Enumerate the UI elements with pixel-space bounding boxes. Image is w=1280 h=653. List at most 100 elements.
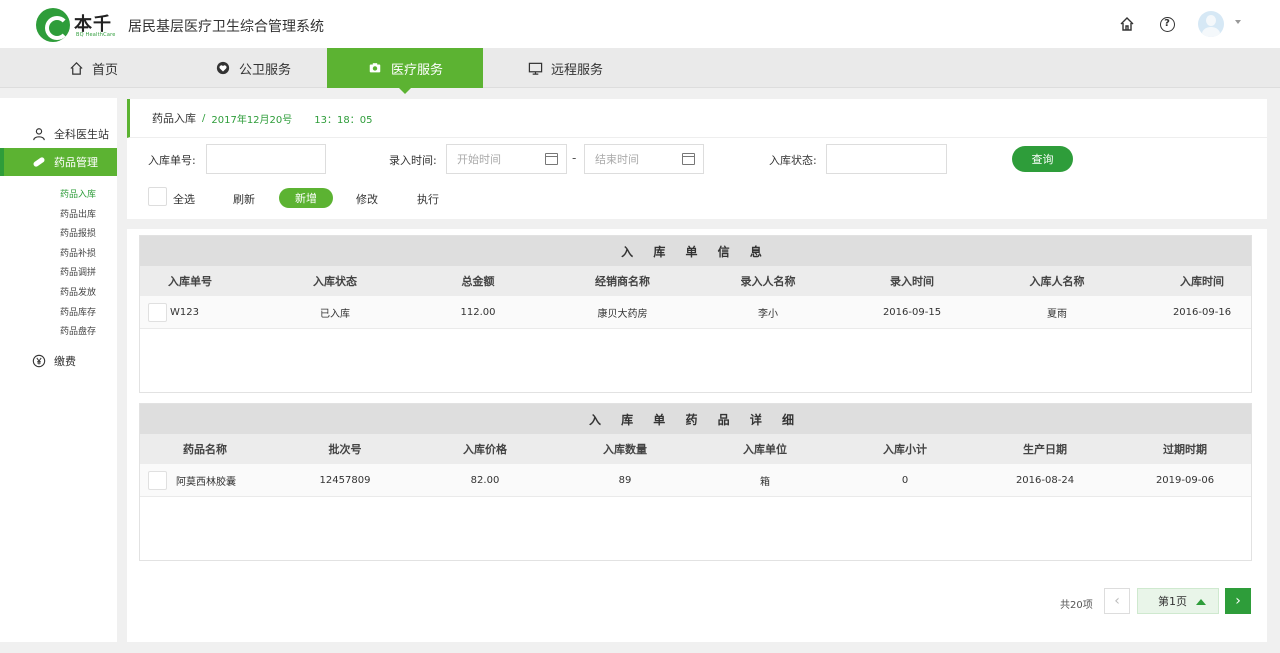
sidebar-item-payment[interactable]: 缴费 — [0, 347, 117, 375]
sidebar-sub-drug-loss[interactable]: 药品报损 — [60, 226, 96, 239]
sidebar-sub-drug-outbound[interactable]: 药品出库 — [60, 207, 96, 220]
yen-icon — [32, 354, 46, 368]
nav-label: 远程服务 — [551, 62, 604, 78]
pill-icon — [32, 155, 46, 169]
table-cell: 0 — [901, 474, 909, 486]
column-header: 经销商名称 — [595, 275, 650, 288]
home-icon[interactable] — [1118, 15, 1136, 33]
column-header: 入库单号 — [168, 275, 212, 288]
column-header: 入库数量 — [603, 443, 647, 456]
status-input[interactable] — [826, 144, 947, 174]
table-cell: 2016-09-16 — [1172, 306, 1232, 318]
table-header: 药品名称 批次号 入库价格 入库数量 入库单位 入库小计 生产日期 过期时期 — [140, 434, 1251, 464]
refresh-button[interactable]: 刷新 — [233, 191, 255, 207]
logo-subtitle: BQ HealthCare — [76, 32, 116, 38]
table-title: 入 库 单 信 息 — [140, 236, 1251, 266]
breadcrumb-date: 2017年12月20号 — [211, 114, 293, 126]
table-cell: 箱 — [760, 476, 770, 488]
camera-icon — [367, 60, 383, 76]
column-header: 过期时期 — [1163, 443, 1207, 456]
calendar-icon[interactable] — [682, 153, 695, 165]
sidebar-item-general-doctor[interactable]: 全科医生站 — [0, 120, 117, 148]
column-header: 入库人名称 — [1029, 275, 1085, 288]
sidebar-item-label: 缴费 — [54, 355, 76, 368]
inbound-drug-detail-table: 入 库 单 药 品 详 细 药品名称 批次号 入库价格 入库数量 入库单位 入库… — [139, 403, 1252, 561]
table-cell: 2016-08-24 — [1015, 474, 1075, 486]
sidebar-item-drug-management[interactable]: 药品管理 — [0, 148, 117, 176]
end-time-placeholder: 结束时间 — [595, 153, 639, 166]
column-header: 批次号 — [328, 443, 362, 456]
select-all-label[interactable]: 全选 — [173, 191, 195, 207]
current-page-label: 第1页 — [1158, 595, 1187, 608]
edit-button[interactable]: 修改 — [356, 191, 378, 207]
range-dash: - — [572, 151, 577, 165]
table-cell: 夏雨 — [1047, 308, 1067, 320]
column-header: 总金额 — [461, 275, 495, 288]
sidebar-item-label: 全科医生站 — [54, 128, 109, 141]
table-row[interactable]: 阿莫西林胶囊 12457809 82.00 89 箱 0 2016-08-24 … — [140, 464, 1251, 497]
nav-remote-service[interactable]: 远程服务 — [527, 48, 603, 88]
nav-label: 公卫服务 — [239, 62, 292, 78]
table-row[interactable]: W123 已入库 112.00 康贝大药房 李小 2016-09-15 夏雨 2… — [140, 296, 1251, 329]
column-header: 录入时间 — [890, 275, 934, 288]
table-cell: W123 — [170, 306, 199, 318]
breadcrumb-time: 13：18：05 — [314, 114, 373, 126]
calendar-icon[interactable] — [545, 153, 558, 165]
table-cell: 112.00 — [460, 306, 496, 318]
add-button[interactable]: 新增 — [279, 188, 333, 208]
column-header: 入库时间 — [1180, 275, 1224, 288]
start-time-placeholder: 开始时间 — [457, 153, 501, 166]
sidebar-sub-drug-inventory[interactable]: 药品盘存 — [60, 324, 96, 337]
sidebar: 全科医生站 药品管理 药品入库 药品出库 药品报损 药品补损 药品调拼 药品发放… — [0, 98, 117, 642]
logo[interactable]: 本千 BQ HealthCare — [36, 8, 120, 42]
table-cell: 康贝大药房 — [597, 308, 648, 320]
select-all-checkbox[interactable] — [148, 187, 167, 206]
filter-panel: 药品入库 / 2017年12月20号 13：18：05 入库单号: 录入时间: … — [127, 99, 1267, 219]
heart-icon — [215, 60, 231, 76]
nav-medical-service[interactable]: 医疗服务 — [327, 48, 483, 94]
prev-page-button[interactable]: ‹ — [1104, 588, 1130, 614]
inbound-order-table: 入 库 单 信 息 入库单号 入库状态 总金额 经销商名称 录入人名称 录入时间… — [139, 235, 1252, 393]
logo-mark — [36, 8, 70, 42]
nav-home[interactable]: 首页 — [68, 48, 118, 88]
avatar[interactable] — [1198, 11, 1224, 37]
table-cell: 李小 — [758, 308, 778, 320]
status-label: 入库状态: — [769, 154, 817, 167]
sidebar-sub-drug-compensation[interactable]: 药品补损 — [60, 246, 96, 259]
column-header: 入库价格 — [463, 443, 507, 456]
column-header: 录入人名称 — [740, 275, 796, 288]
chevron-down-icon[interactable] — [1235, 20, 1241, 24]
nav-label: 首页 — [92, 62, 119, 78]
help-icon[interactable]: ? — [1158, 15, 1176, 33]
row-checkbox[interactable] — [148, 471, 167, 490]
home-icon — [68, 60, 84, 76]
nav-label: 医疗服务 — [390, 62, 443, 78]
execute-button[interactable]: 执行 — [417, 191, 439, 207]
page-select[interactable]: 第1页 — [1137, 588, 1219, 614]
table-cell: 12457809 — [319, 474, 371, 486]
column-header: 入库小计 — [883, 443, 927, 456]
sidebar-sub-drug-stock[interactable]: 药品库存 — [60, 305, 96, 318]
start-time-input[interactable]: 开始时间 — [446, 144, 567, 174]
sidebar-sub-drug-transfer[interactable]: 药品调拼 — [60, 265, 96, 278]
end-time-input[interactable]: 结束时间 — [584, 144, 704, 174]
next-page-button[interactable]: › — [1225, 588, 1251, 614]
table-header: 入库单号 入库状态 总金额 经销商名称 录入人名称 录入时间 入库人名称 入库时… — [140, 266, 1251, 296]
table-cell: 阿莫西林胶囊 — [176, 476, 236, 488]
sidebar-item-label: 药品管理 — [54, 156, 98, 169]
doctor-icon — [32, 127, 46, 141]
chevron-up-icon — [1196, 599, 1206, 605]
breadcrumb: 药品入库 / 2017年12月20号 13：18：05 — [127, 99, 1267, 138]
table-cell: 2019-09-06 — [1155, 474, 1215, 486]
table-title: 入 库 单 药 品 详 细 — [140, 404, 1251, 434]
query-button[interactable]: 查询 — [1012, 146, 1073, 172]
row-checkbox[interactable] — [148, 303, 167, 322]
entry-time-label: 录入时间: — [389, 154, 437, 167]
sidebar-sub-drug-inbound[interactable]: 药品入库 — [60, 187, 96, 200]
order-no-label: 入库单号: — [148, 154, 196, 167]
nav-public-health[interactable]: 公卫服务 — [215, 48, 291, 88]
column-header: 药品名称 — [183, 443, 227, 456]
column-header: 入库状态 — [313, 275, 357, 288]
order-no-input[interactable] — [206, 144, 326, 174]
sidebar-sub-drug-dispense[interactable]: 药品发放 — [60, 285, 96, 298]
